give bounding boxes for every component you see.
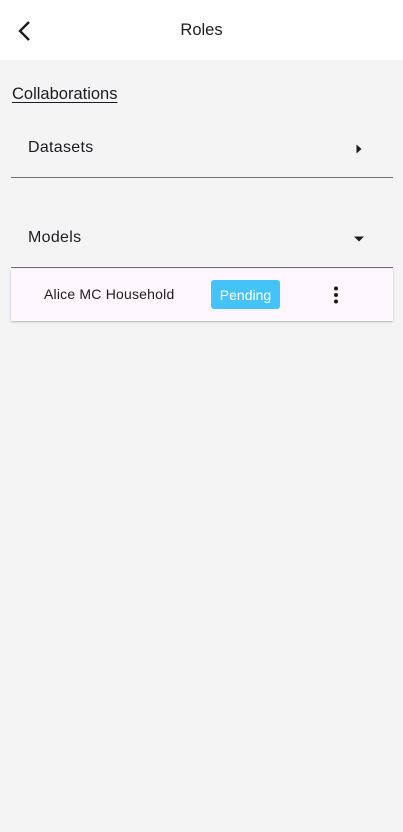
models-label: Models [28,229,82,246]
divider [11,177,393,178]
more-options-button[interactable] [325,282,347,308]
app-bar: Roles [0,0,403,60]
caret-right-icon [356,144,362,154]
datasets-expander[interactable]: Datasets [11,120,393,178]
divider [11,267,393,268]
caret-down-icon [354,236,364,242]
status-badge: Pending [211,280,280,309]
list-item[interactable]: Alice MC Household Pending [11,269,393,321]
collaborations-heading[interactable]: Collaborations [12,85,117,104]
model-name: Alice MC Household [44,286,175,302]
models-expander[interactable]: Models [11,210,393,268]
datasets-label: Datasets [28,139,94,156]
page-title: Roles [180,21,223,39]
more-vertical-icon [334,286,338,304]
